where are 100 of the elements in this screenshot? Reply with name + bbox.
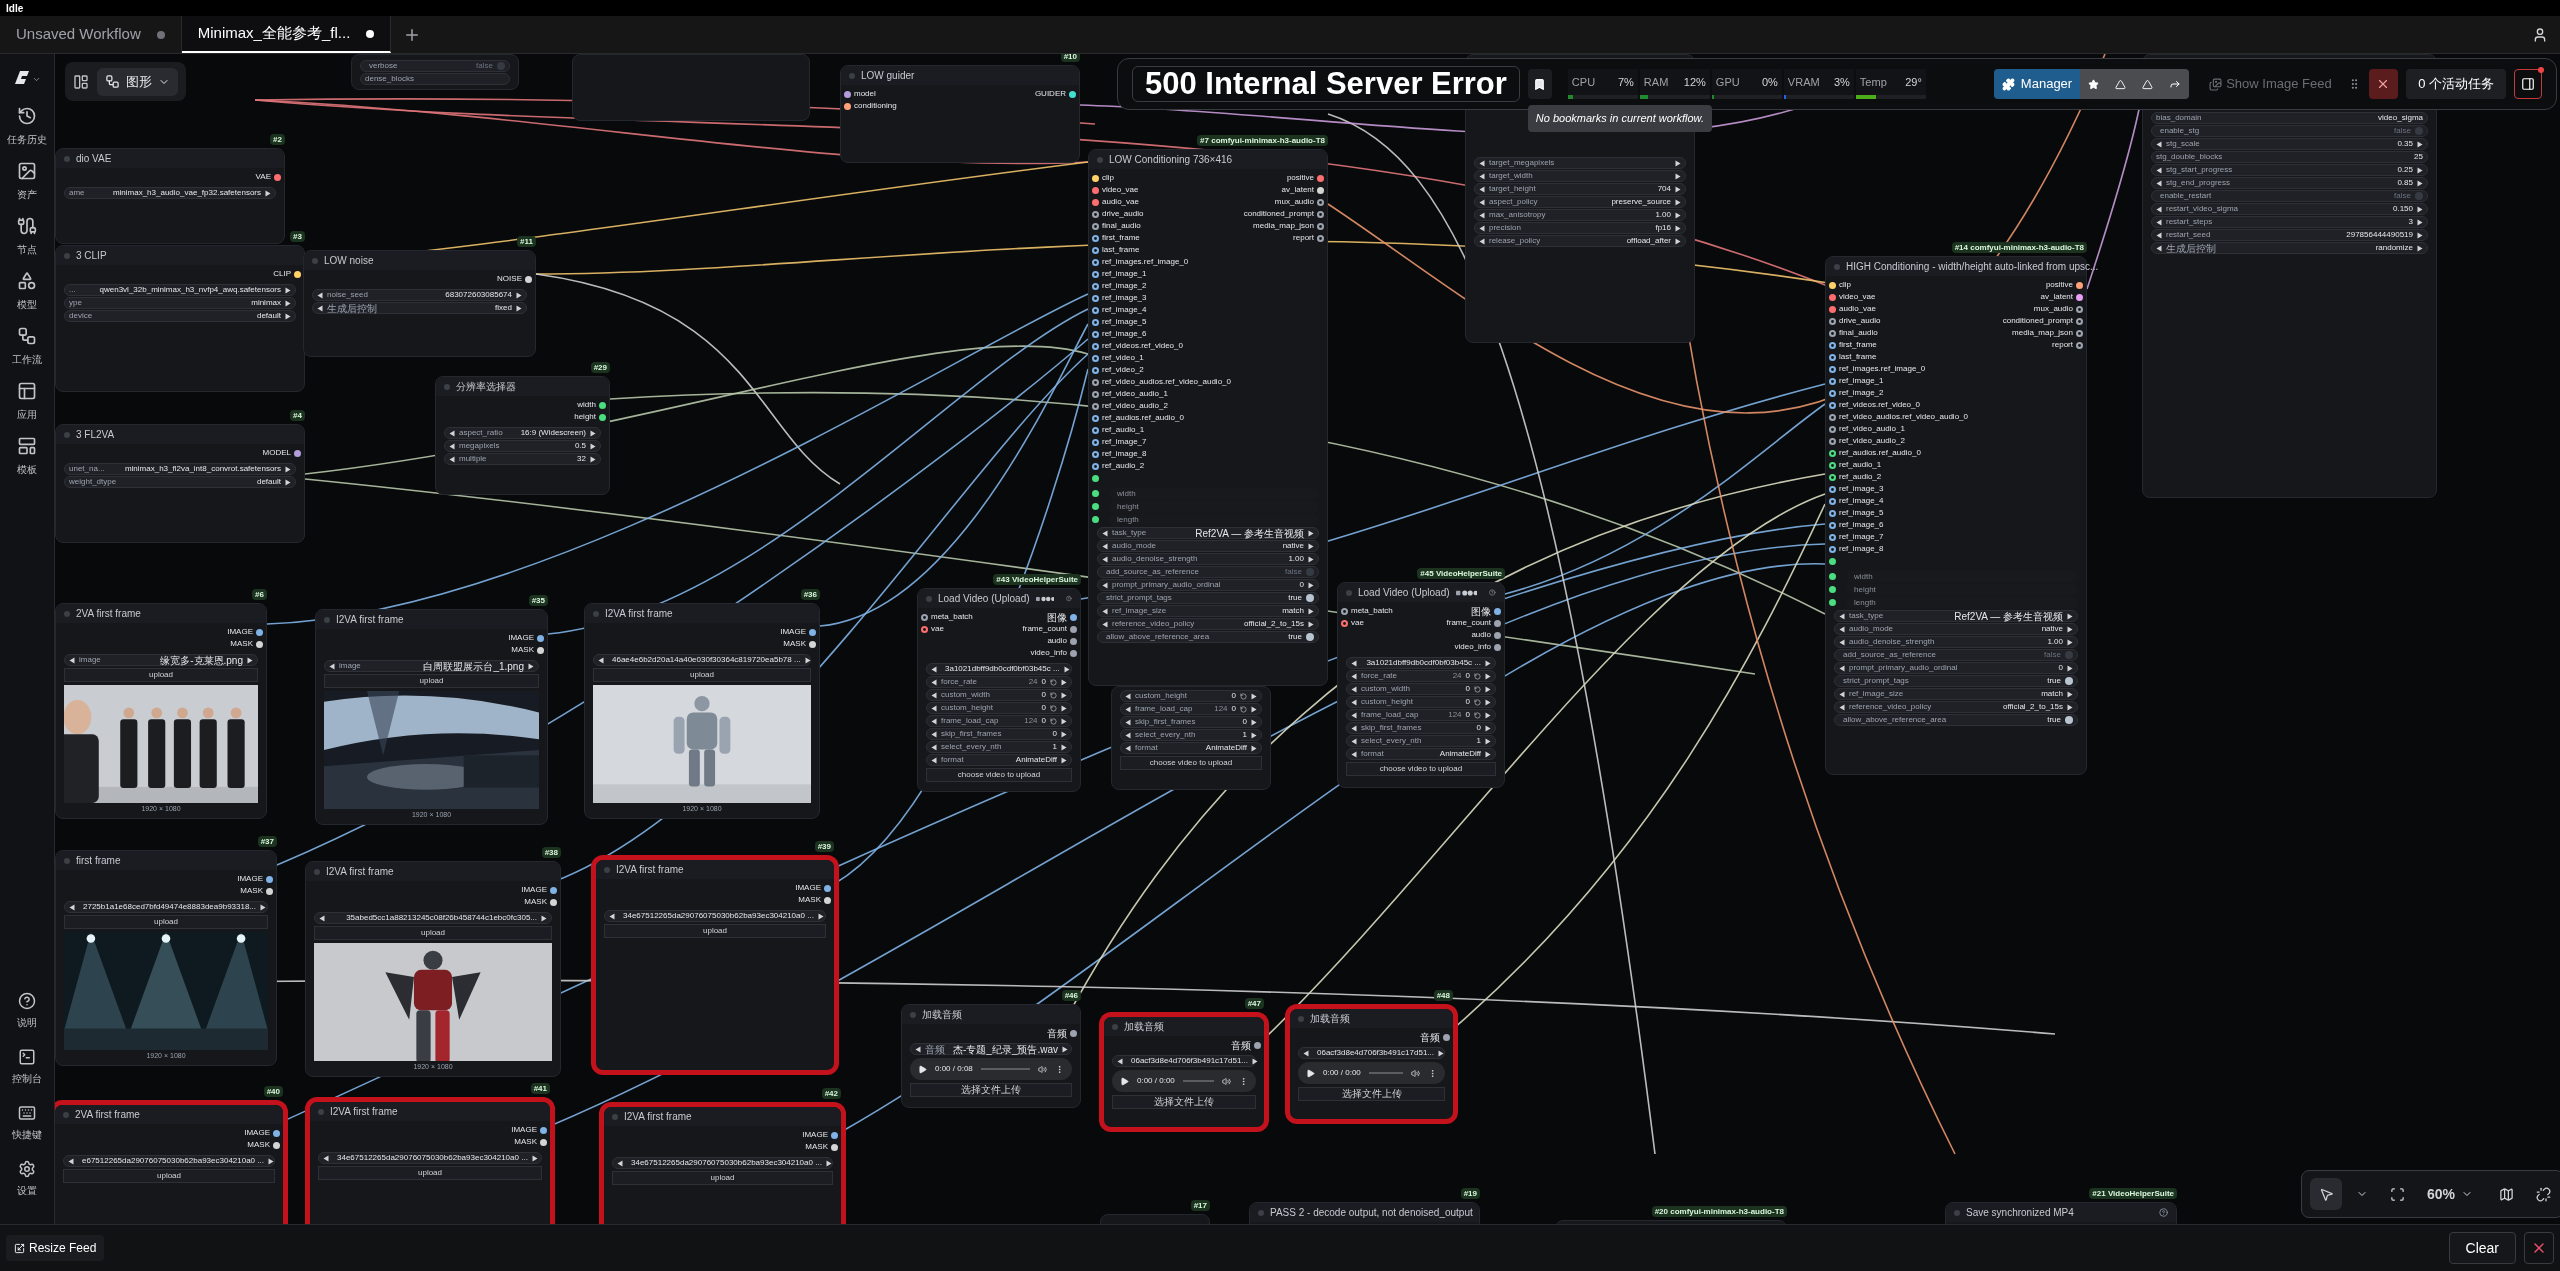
socket-icon[interactable] bbox=[1494, 631, 1501, 639]
left-arrow-icon[interactable] bbox=[598, 656, 604, 664]
socket-icon[interactable] bbox=[1092, 474, 1099, 482]
combo-widget[interactable]: ype minimax bbox=[64, 297, 296, 309]
socket-icon[interactable] bbox=[1829, 293, 1836, 301]
socket-icon[interactable] bbox=[1092, 234, 1099, 242]
combo-widget[interactable]: prompt_primary_audio_ordinal 0 bbox=[1097, 579, 1319, 591]
socket-icon[interactable] bbox=[1092, 438, 1099, 446]
panel-toggle-button[interactable] bbox=[2514, 69, 2542, 99]
node-card[interactable]: LOW guider model GUIDER conditioning bbox=[840, 65, 1080, 163]
socket-icon[interactable] bbox=[1092, 282, 1099, 290]
share-icon[interactable] bbox=[2169, 78, 2182, 90]
socket-icon[interactable] bbox=[1494, 643, 1501, 651]
upload-button[interactable]: upload bbox=[64, 668, 258, 682]
socket-icon[interactable] bbox=[831, 1143, 838, 1151]
socket-icon[interactable] bbox=[1317, 222, 1324, 230]
combo-widget[interactable]: select_every_nth 1 bbox=[1120, 729, 1262, 741]
socket-icon[interactable] bbox=[1443, 1033, 1450, 1041]
combo-widget[interactable]: ref_image_size match bbox=[1834, 688, 2078, 700]
star-icon[interactable] bbox=[2088, 78, 2100, 90]
socket-icon[interactable] bbox=[1070, 649, 1077, 657]
combo-widget[interactable]: force_rate 24 0 bbox=[926, 676, 1072, 688]
socket-icon[interactable] bbox=[1829, 509, 1836, 517]
right-arrow-icon[interactable] bbox=[265, 189, 271, 197]
socket-icon[interactable] bbox=[1829, 329, 1836, 337]
triangle-icon[interactable] bbox=[2142, 78, 2154, 90]
combo-widget[interactable]: stg_end_progress 0.85 bbox=[2151, 177, 2428, 189]
triangle-icon[interactable] bbox=[2115, 78, 2127, 90]
sidebar-icon[interactable] bbox=[17, 216, 37, 236]
socket-icon[interactable] bbox=[2076, 305, 2083, 313]
audio-player[interactable]: 0:00 / 0:08 bbox=[910, 1058, 1072, 1080]
socket-icon[interactable] bbox=[1254, 1041, 1261, 1049]
help-icon[interactable] bbox=[2159, 1208, 2168, 1217]
combo-widget[interactable]: weight_dtype default bbox=[64, 476, 296, 488]
active-tasks-button[interactable]: 0 个活动任务 bbox=[2406, 69, 2507, 99]
combo-widget[interactable]: megapixels 0.5 bbox=[444, 440, 601, 452]
combo-widget[interactable]: frame_load_cap 124 0 bbox=[1346, 709, 1496, 721]
upload-button[interactable]: upload bbox=[64, 915, 268, 929]
close-button[interactable] bbox=[2368, 69, 2399, 99]
reset-icon[interactable] bbox=[1474, 672, 1481, 680]
combo-widget[interactable]: 2725b1a1e68ced7bfd49474e8883dea9b93318... bbox=[64, 901, 268, 913]
toggle-widget[interactable]: allow_above_reference_area true bbox=[1834, 714, 2078, 726]
socket-icon[interactable] bbox=[844, 102, 851, 110]
right-arrow-icon[interactable] bbox=[260, 903, 267, 911]
combo-widget[interactable]: release_policy offload_after bbox=[1474, 235, 1686, 247]
combo-widget[interactable]: image 缘宽多-克莱恩.png bbox=[64, 654, 258, 666]
socket-icon[interactable] bbox=[1829, 485, 1836, 493]
socket-icon[interactable] bbox=[537, 646, 544, 654]
socket-icon[interactable] bbox=[540, 1138, 547, 1146]
combo-widget[interactable]: target_megapixels bbox=[1474, 157, 1686, 169]
socket-icon[interactable] bbox=[1829, 497, 1836, 505]
toggle-knob[interactable] bbox=[2065, 716, 2073, 724]
combo-widget[interactable]: format AnimateDiff bbox=[926, 754, 1072, 766]
socket-icon[interactable] bbox=[824, 884, 831, 892]
socket-icon[interactable] bbox=[1829, 341, 1836, 349]
toggle-knob[interactable] bbox=[1306, 633, 1314, 641]
socket-icon[interactable] bbox=[1070, 625, 1077, 633]
combo-widget[interactable]: format AnimateDiff bbox=[1346, 748, 1496, 760]
socket-icon[interactable] bbox=[525, 275, 532, 283]
left-arrow-icon[interactable] bbox=[617, 1159, 623, 1167]
socket-icon[interactable] bbox=[1317, 234, 1324, 242]
sidebar-icon[interactable] bbox=[17, 381, 37, 401]
socket-icon[interactable] bbox=[1092, 270, 1099, 278]
socket-icon[interactable] bbox=[256, 628, 263, 636]
socket-icon[interactable] bbox=[1092, 414, 1099, 422]
combo-widget[interactable]: 34e67512265da29076075030b62ba93ec304210a0 ... bbox=[318, 1152, 542, 1164]
toggle-knob[interactable] bbox=[2065, 651, 2073, 659]
volume-icon[interactable] bbox=[1411, 1068, 1420, 1078]
more-icon[interactable] bbox=[1428, 1068, 1437, 1078]
sidebar-label[interactable]: 节点 bbox=[17, 242, 37, 257]
combo-widget[interactable]: reference_video_policy official_2_to_15s bbox=[1097, 618, 1319, 630]
combo-widget[interactable]: task_type Ref2VA — 参考生音视频 bbox=[1097, 527, 1319, 539]
sidebar-label[interactable]: 应用 bbox=[17, 407, 37, 422]
map-icon[interactable] bbox=[2499, 1186, 2515, 1202]
combo-widget[interactable]: image 白周联盟展示台_1.png bbox=[324, 660, 539, 672]
combo-widget[interactable]: 生成后控制 fixed bbox=[312, 302, 527, 314]
socket-icon[interactable] bbox=[1829, 353, 1836, 361]
socket-icon[interactable] bbox=[294, 449, 301, 457]
audio-player[interactable]: 0:00 / 0:00 bbox=[1112, 1070, 1256, 1092]
socket-icon[interactable] bbox=[1829, 533, 1836, 541]
combo-widget[interactable]: custom_height 0 bbox=[1120, 690, 1262, 702]
socket-icon[interactable] bbox=[1092, 342, 1099, 350]
sidebar-label[interactable]: 任务历史 bbox=[7, 132, 47, 147]
combo-widget[interactable]: noise_seed 683072603085674 bbox=[312, 289, 527, 301]
right-arrow-icon[interactable] bbox=[2067, 664, 2073, 672]
socket-icon[interactable] bbox=[1092, 210, 1099, 218]
combo-widget[interactable]: reference_video_policy official_2_to_15s bbox=[1834, 701, 2078, 713]
socket-icon[interactable] bbox=[921, 625, 928, 633]
socket-icon[interactable] bbox=[1829, 401, 1836, 409]
socket-icon[interactable] bbox=[1092, 354, 1099, 362]
right-arrow-icon[interactable] bbox=[1062, 1045, 1068, 1053]
socket-icon[interactable] bbox=[1070, 613, 1077, 621]
node-card[interactable]: I2VA first frame IMAGE MASK 34e67512265da29076075030b62ba93ec304210a0 ... upload bbox=[305, 1097, 555, 1224]
combo-widget[interactable]: stg_scale 0.35 bbox=[2151, 138, 2428, 150]
socket-icon[interactable] bbox=[266, 875, 273, 883]
user-icon[interactable] bbox=[2532, 26, 2548, 43]
play-icon[interactable] bbox=[1120, 1076, 1129, 1086]
node-card[interactable]: 加载音频 音频 06acf3d8e4d706f3b491c17d51... 0:00 / 0:00 选择文件上传 bbox=[1099, 1012, 1269, 1132]
socket-icon[interactable] bbox=[1092, 462, 1099, 470]
combo-widget[interactable]: frame_load_cap 124 0 bbox=[926, 715, 1072, 727]
